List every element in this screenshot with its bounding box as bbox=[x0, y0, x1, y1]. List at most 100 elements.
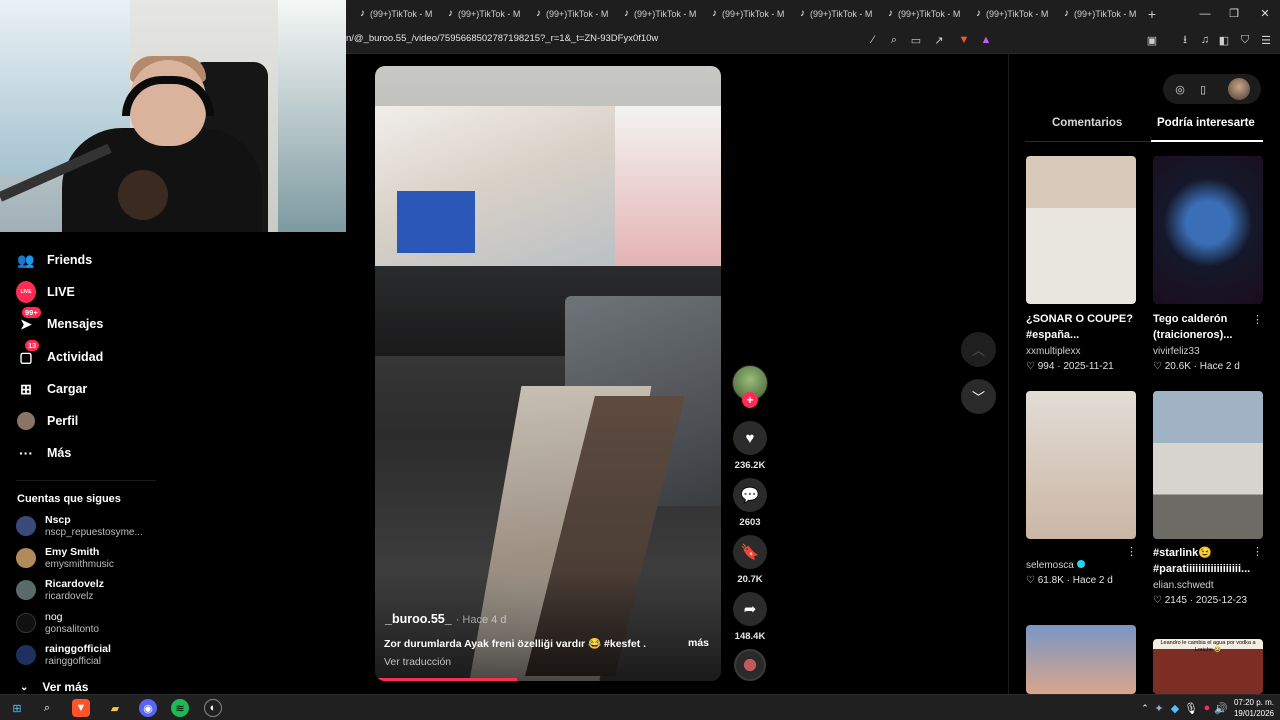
previous-video-button[interactable]: ︿ bbox=[961, 332, 996, 367]
user-avatar[interactable] bbox=[1228, 78, 1250, 100]
browser-tab[interactable]: ♪ (99+)TikTok - M bbox=[698, 0, 784, 27]
sidebar-item-more[interactable]: ··· Más bbox=[16, 442, 71, 464]
profile-icon bbox=[16, 411, 36, 431]
compass-icon[interactable]: ◎ bbox=[1172, 81, 1188, 97]
comment-count: 2603 bbox=[739, 517, 761, 528]
following-account[interactable]: Ricardovelz ricardovelz bbox=[16, 575, 104, 605]
left-sidebar: 👥 Friends LIVE LIVE ➤ 99+ Mensajes ▢ 13 Ac… bbox=[0, 232, 165, 694]
tab-suggestions[interactable]: Podría interesarte bbox=[1157, 117, 1255, 129]
video-progress-bar[interactable] bbox=[375, 678, 517, 681]
restore-icon[interactable]: ❐ bbox=[1219, 0, 1249, 27]
avatar bbox=[16, 613, 36, 633]
sidebar-item-live[interactable]: LIVE LIVE bbox=[16, 281, 75, 303]
spotify-icon[interactable]: ≋ bbox=[171, 699, 189, 717]
avatar bbox=[16, 548, 36, 568]
search-icon[interactable]: ⌕ bbox=[38, 699, 56, 717]
video-card-user[interactable]: xxmultiplexx bbox=[1026, 346, 1080, 357]
video-author[interactable]: _buroo.55_ · Hace 4 d bbox=[385, 612, 506, 626]
translate-icon[interactable]: ⁄ bbox=[865, 32, 881, 48]
video-thumbnail[interactable]: Leandro le cambia el agua por vodka a Lo… bbox=[1153, 639, 1263, 694]
upload-icon: ⊞ bbox=[20, 380, 32, 397]
browser-tab[interactable]: ♪ (99+)TikTok - M bbox=[786, 0, 872, 27]
sidebar-item-upload[interactable]: ⊞ Cargar bbox=[16, 378, 87, 400]
heart-outline-icon: ♡ bbox=[1153, 595, 1162, 606]
sidebar-item-messages[interactable]: ➤ 99+ Mensajes bbox=[16, 307, 103, 335]
share-count: 148.4K bbox=[734, 631, 766, 642]
obs-icon[interactable]: ◐ bbox=[204, 699, 222, 717]
menu-icon[interactable]: ☰ bbox=[1258, 32, 1274, 48]
browser-tab[interactable]: ♪ (99+)TikTok - M bbox=[346, 0, 432, 27]
video-card-user[interactable]: selemosca bbox=[1026, 560, 1085, 571]
brave-rewards-icon[interactable]: ▲ bbox=[978, 32, 994, 48]
avatar bbox=[16, 645, 36, 665]
card-more-icon[interactable]: ⋮ bbox=[1252, 313, 1263, 326]
sidebar-item-friends[interactable]: 👥 Friends bbox=[16, 249, 92, 271]
cast-icon[interactable]: ▭ bbox=[908, 32, 924, 48]
sidebar-toggle-icon[interactable]: ▣ bbox=[1144, 32, 1160, 48]
new-tab-button[interactable]: + bbox=[1140, 6, 1164, 22]
caption-more-button[interactable]: más bbox=[688, 637, 709, 649]
brave-browser-icon[interactable]: ▼ bbox=[72, 699, 90, 717]
media-icon[interactable]: ♫ bbox=[1197, 32, 1213, 48]
music-disc-icon[interactable] bbox=[734, 649, 766, 681]
see-more-button[interactable]: ⌄ Ver más bbox=[20, 680, 88, 694]
save-button[interactable]: 🔖 bbox=[733, 535, 767, 569]
tiktok-icon: ♪ bbox=[888, 8, 893, 19]
browser-tab[interactable]: ♪ (99+)TikTok - M bbox=[522, 0, 608, 27]
divider bbox=[16, 480, 156, 481]
video-card-user[interactable]: elian.schwedt bbox=[1153, 580, 1214, 591]
verified-icon bbox=[1076, 560, 1085, 568]
zoom-icon[interactable]: ⌕ bbox=[886, 32, 902, 48]
live-icon: LIVE bbox=[16, 281, 36, 303]
video-card-title[interactable]: Tego calderón (traicioneros)... bbox=[1153, 311, 1245, 343]
more-icon: ··· bbox=[19, 445, 33, 461]
video-thumbnail[interactable] bbox=[1026, 156, 1136, 304]
browser-tab[interactable]: ♪ (99+)TikTok - M bbox=[610, 0, 696, 27]
video-card-title[interactable]: #starlink😉 #paratiiiiiiiiiiiiiiiiii... bbox=[1153, 545, 1251, 577]
tab-comments[interactable]: Comentarios bbox=[1052, 117, 1122, 129]
windows-taskbar: ⊞ ⌕ ▼ ▰ ◉ ≋ ◐ ⌃ ✦ ◆ 🎙 ● 🔊 07:20 p. m. 19… bbox=[0, 694, 1280, 720]
brave-shield-icon[interactable]: ▼ bbox=[956, 32, 972, 48]
next-video-button[interactable]: ﹀ bbox=[961, 379, 996, 414]
vpn-icon[interactable]: ⛉ bbox=[1237, 32, 1253, 48]
browser-tab[interactable]: ♪ (99+)TikTok - M bbox=[1050, 0, 1136, 27]
video-card-title[interactable]: ¿SONAR O COUPE?#españa... bbox=[1026, 311, 1138, 343]
video-thumbnail[interactable] bbox=[1026, 391, 1136, 539]
comment-button[interactable]: 💬 bbox=[733, 478, 767, 512]
card-more-icon[interactable]: ⋮ bbox=[1252, 545, 1263, 558]
sidebar-item-profile[interactable]: Perfil bbox=[16, 410, 78, 432]
browser-tab[interactable]: ♪ (99+)TikTok - M bbox=[962, 0, 1048, 27]
translate-button[interactable]: Ver traducción bbox=[384, 656, 451, 668]
tiktok-icon: ♪ bbox=[448, 8, 453, 19]
card-more-icon[interactable]: ⋮ bbox=[1126, 545, 1137, 558]
following-account[interactable]: nog gonsalitonto bbox=[16, 608, 99, 638]
share-page-icon[interactable]: ↗ bbox=[931, 32, 947, 48]
video-card-user[interactable]: vivirfeliz33 bbox=[1153, 346, 1200, 357]
heart-icon: ♥ bbox=[745, 429, 755, 447]
tiktok-icon: ♪ bbox=[1064, 8, 1069, 19]
following-account[interactable]: Emy Smith emysmithmusic bbox=[16, 543, 114, 573]
windows-start-icon[interactable]: ⊞ bbox=[8, 699, 26, 717]
url-field[interactable]: n/@_buroo.55_/video/7595668502787198215?… bbox=[346, 33, 658, 44]
browser-tab[interactable]: ♪ (99+)TikTok - M bbox=[874, 0, 960, 27]
following-account[interactable]: rainggofficial rainggofficial bbox=[16, 640, 111, 670]
browser-tab[interactable]: ♪ (99+)TikTok - M bbox=[434, 0, 520, 27]
file-explorer-icon[interactable]: ▰ bbox=[106, 699, 124, 717]
video-thumbnail[interactable] bbox=[1153, 391, 1263, 539]
minimize-icon[interactable]: — bbox=[1190, 0, 1220, 27]
follow-plus-icon[interactable]: + bbox=[742, 392, 758, 408]
video-thumbnail[interactable] bbox=[1153, 156, 1263, 304]
video-player[interactable]: _buroo.55_ · Hace 4 d Zor durumlarda Ayak… bbox=[375, 66, 721, 681]
split-view-icon[interactable]: ◧ bbox=[1216, 32, 1232, 48]
sidebar-item-activity[interactable]: ▢ 13 Actividad bbox=[16, 340, 103, 368]
like-button[interactable]: ♥ bbox=[733, 421, 767, 455]
system-clock[interactable]: 07:20 p. m. 19/01/2026 bbox=[1228, 697, 1274, 719]
following-account[interactable]: Nscp nscp_repuestosyme... bbox=[16, 511, 143, 541]
messages-badge: 99+ bbox=[22, 307, 41, 318]
share-button[interactable]: ➦ bbox=[733, 592, 767, 626]
discord-icon[interactable]: ◉ bbox=[139, 699, 157, 717]
video-thumbnail[interactable] bbox=[1026, 625, 1136, 694]
download-icon[interactable]: ⭳ bbox=[1177, 32, 1193, 48]
close-icon[interactable]: ✕ bbox=[1250, 0, 1280, 27]
phone-icon[interactable]: ▯ bbox=[1195, 81, 1211, 97]
